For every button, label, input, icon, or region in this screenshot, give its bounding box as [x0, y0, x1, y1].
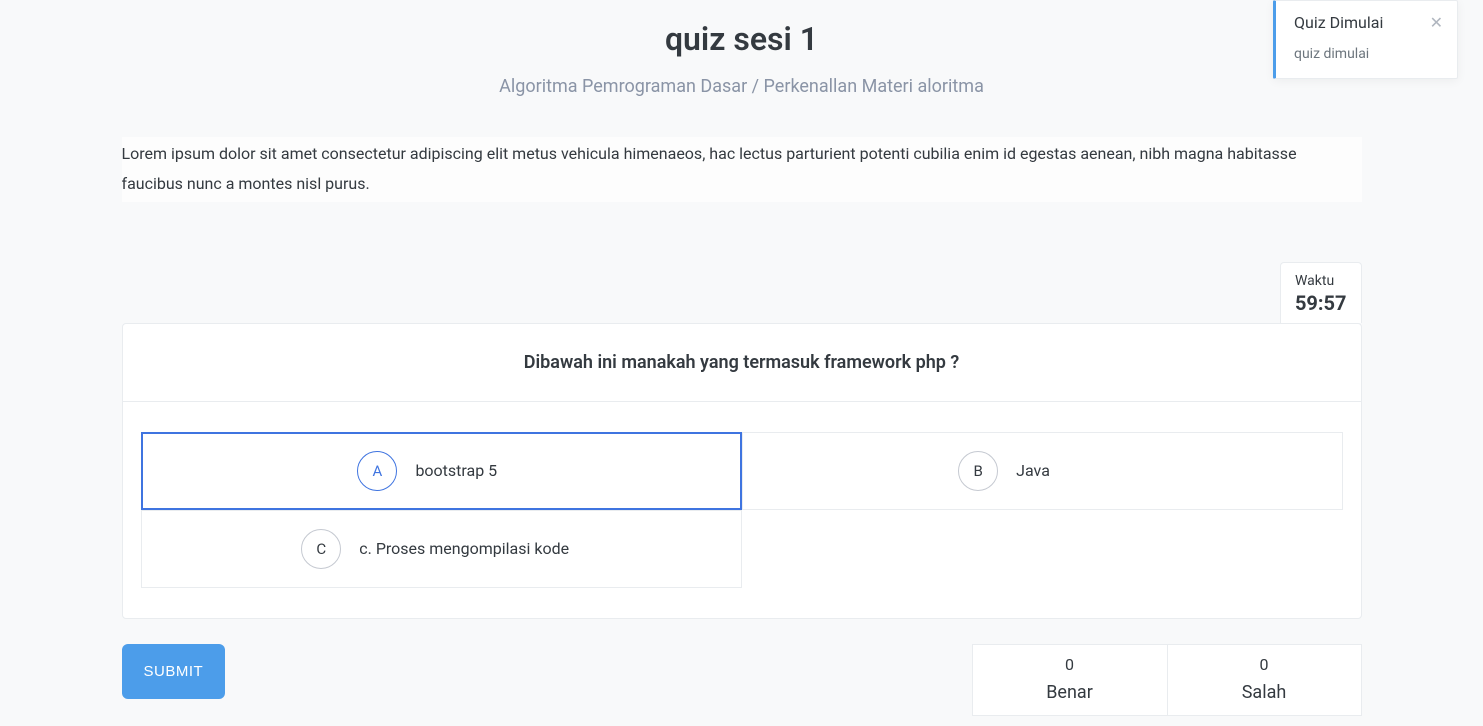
score-wrong-count: 0: [1168, 655, 1361, 674]
option-text: c. Proses mengompilasi kode: [359, 539, 569, 558]
option-letter: B: [958, 451, 998, 491]
option-a[interactable]: A bootstrap 5: [141, 432, 742, 510]
options-grid: A bootstrap 5 B Java C c. Proses mengomp…: [123, 402, 1361, 618]
option-b[interactable]: B Java: [742, 432, 1343, 510]
option-letter: C: [301, 529, 341, 569]
option-letter: A: [357, 451, 397, 491]
score-wrong-label: Salah: [1168, 682, 1361, 703]
option-text: bootstrap 5: [415, 461, 497, 480]
score-correct-label: Benar: [973, 682, 1167, 703]
score-correct-count: 0: [973, 655, 1167, 674]
toast-title: Quiz Dimulai: [1294, 13, 1383, 32]
close-icon[interactable]: ✕: [1430, 15, 1443, 31]
score-boxes: 0 Benar 0 Salah: [972, 644, 1362, 716]
score-correct: 0 Benar: [972, 644, 1167, 716]
timer-label: Waktu: [1295, 273, 1347, 289]
option-text: Java: [1016, 461, 1050, 480]
timer-value: 59:57: [1295, 291, 1347, 315]
submit-button[interactable]: SUBMIT: [122, 644, 226, 699]
toast-body: quiz dimulai: [1294, 46, 1443, 62]
question-header: Dibawah ini manakah yang termasuk framew…: [123, 324, 1361, 402]
timer-box: Waktu 59:57: [1280, 262, 1362, 323]
question-text: Dibawah ini manakah yang termasuk framew…: [143, 352, 1341, 373]
page-title: quiz sesi 1: [122, 20, 1362, 58]
score-wrong: 0 Salah: [1167, 644, 1362, 716]
toast-notification: Quiz Dimulai ✕ quiz dimulai: [1273, 0, 1458, 79]
breadcrumb: Algoritma Pemrograman Dasar / Perkenalla…: [122, 76, 1362, 97]
option-c[interactable]: C c. Proses mengompilasi kode: [141, 510, 742, 588]
question-card: Dibawah ini manakah yang termasuk framew…: [122, 323, 1362, 619]
quiz-description: Lorem ipsum dolor sit amet consectetur a…: [122, 137, 1362, 202]
